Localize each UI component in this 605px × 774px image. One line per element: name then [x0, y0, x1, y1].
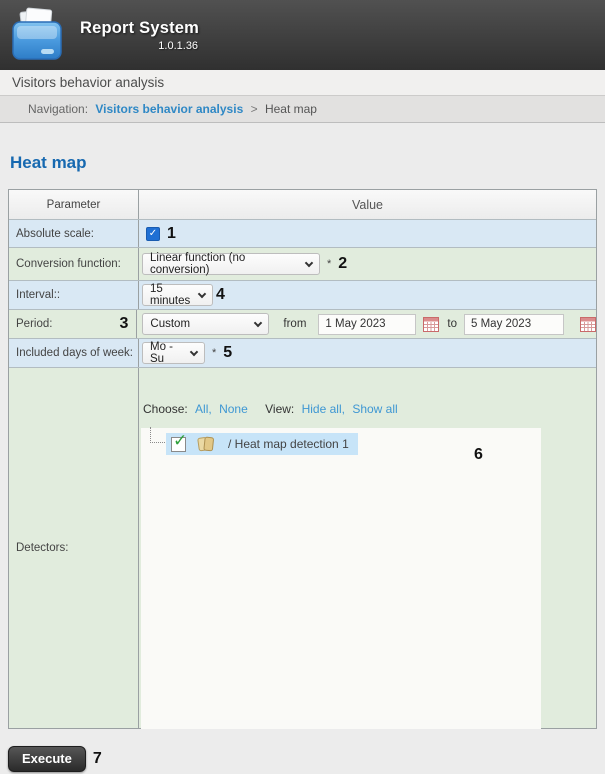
conversion-function-select[interactable]: Linear function (no conversion) — [142, 252, 320, 276]
interval-label: Interval:: — [9, 281, 139, 309]
row-included-days: Included days of week: Mo - Su * 5 — [9, 338, 596, 367]
row-period: Period: 3 Custom from 1 May 2023 to 5 Ma… — [9, 309, 596, 338]
execute-button[interactable]: Execute — [8, 746, 86, 772]
separator: , — [208, 402, 212, 416]
view-hide-all-link[interactable]: Hide all — [302, 402, 342, 416]
period-from-label: from — [283, 318, 307, 330]
chevron-down-icon — [254, 318, 263, 327]
period-preset-value: Custom — [150, 318, 191, 330]
row-absolute-scale: Absolute scale: 1 — [9, 219, 596, 247]
conversion-function-value: Linear function (no conversion) — [150, 252, 246, 276]
green-check-icon: ✓ — [173, 430, 188, 450]
row-conversion-function: Conversion function: Linear function (no… — [9, 247, 596, 280]
breadcrumb: Navigation: Visitors behavior analysis >… — [0, 96, 605, 123]
included-days-label: Included days of week: — [9, 339, 139, 367]
annotation-7: 7 — [92, 750, 102, 767]
period-to-label: to — [447, 318, 457, 330]
chevron-down-icon — [189, 347, 199, 356]
parameters-table: Parameter Value Absolute scale: 1 Conver… — [8, 189, 597, 729]
detectors-label: Detectors: — [9, 368, 139, 728]
row-interval: Interval:: 15 minutes 4 — [9, 280, 596, 309]
tree-connector — [150, 427, 165, 443]
breadcrumb-separator: > — [250, 102, 258, 116]
period-preset-select[interactable]: Custom — [142, 313, 270, 335]
annotation-6: 6 — [474, 446, 483, 463]
period-label: Period: — [16, 318, 53, 330]
breadcrumb-link-visitors-behavior-analysis[interactable]: Visitors behavior analysis — [95, 102, 243, 116]
interval-value: 15 minutes — [150, 283, 191, 307]
column-header-value: Value — [351, 197, 384, 212]
period-from-input[interactable] — [318, 313, 417, 335]
chevron-down-icon — [304, 258, 314, 267]
detector-pages-icon — [197, 436, 215, 452]
chevron-down-icon — [197, 289, 207, 298]
module-title-bar: Visitors behavior analysis — [0, 70, 605, 96]
column-header-parameter: Parameter — [9, 190, 139, 219]
app-title: Report System — [80, 18, 200, 37]
detector-tree-toolbar: Choose: All, None View: Hide all, Show a… — [143, 402, 596, 416]
annotation-5: 5 — [223, 344, 233, 361]
breadcrumb-label: Navigation: — [28, 102, 89, 116]
choose-none-link[interactable]: None — [219, 402, 248, 416]
app-header: Report System 1.0.1.36 — [0, 0, 605, 70]
view-show-all-link[interactable]: Show all — [352, 402, 397, 416]
calendar-icon[interactable] — [580, 316, 596, 332]
footer-actions: Execute 7 — [8, 746, 597, 772]
required-marker: * — [212, 347, 217, 359]
annotation-4: 4 — [216, 286, 225, 303]
annotation-3: 3 — [119, 315, 129, 332]
app-window: Report System 1.0.1.36 Visitors behavior… — [0, 0, 605, 772]
detector-name: / Heat map detection 1 — [228, 437, 349, 451]
required-marker: * — [327, 258, 332, 270]
included-days-select[interactable]: Mo - Su — [142, 341, 205, 365]
module-title: Visitors behavior analysis — [12, 75, 165, 90]
breadcrumb-current: Heat map — [264, 102, 317, 116]
row-detectors: Detectors: Choose: All, None View: Hide … — [9, 367, 596, 729]
app-version: 1.0.1.36 — [158, 39, 199, 52]
absolute-scale-checkbox[interactable] — [146, 226, 160, 241]
detector-tree-panel: ✓ / Heat map detection 1 6 — [141, 427, 541, 729]
detector-tree-item[interactable]: ✓ / Heat map detection 1 — [166, 431, 358, 455]
separator: , — [341, 402, 345, 416]
page-title: Heat map — [10, 153, 87, 172]
app-title-block: Report System 1.0.1.36 — [80, 19, 199, 52]
table-header-row: Parameter Value — [9, 190, 596, 219]
period-to-input[interactable] — [464, 313, 564, 335]
conversion-function-label: Conversion function: — [9, 248, 139, 280]
absolute-scale-label: Absolute scale: — [9, 220, 139, 247]
detector-checkbox[interactable]: ✓ — [171, 431, 187, 452]
choose-all-link[interactable]: All — [195, 402, 208, 416]
choose-label: Choose: — [143, 402, 188, 416]
annotation-2: 2 — [338, 255, 348, 272]
content-area: Heat map Parameter Value Absolute scale:… — [0, 153, 605, 772]
annotation-1: 1 — [167, 224, 176, 242]
view-label: View: — [265, 402, 295, 416]
report-system-logo-icon — [8, 5, 66, 65]
interval-select[interactable]: 15 minutes — [142, 283, 213, 307]
calendar-icon[interactable] — [423, 316, 440, 332]
included-days-value: Mo - Su — [150, 341, 173, 365]
